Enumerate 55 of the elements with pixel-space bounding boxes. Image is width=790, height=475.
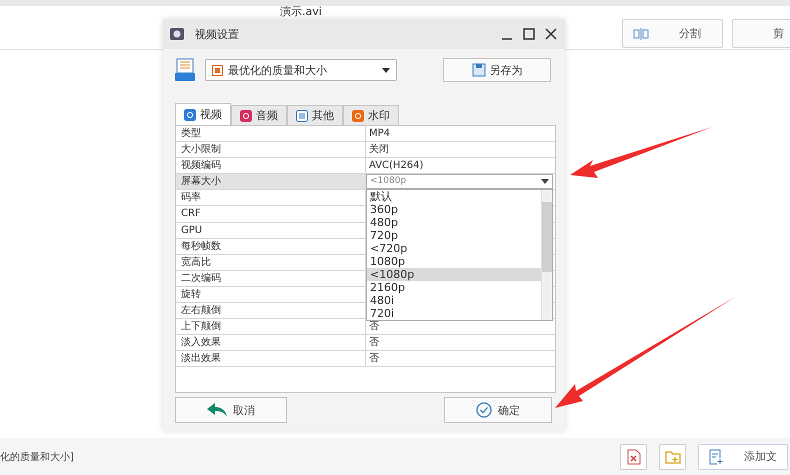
audio-tab-icon — [240, 110, 252, 122]
minimize-icon — [502, 38, 512, 40]
dropdown-option[interactable]: <720p — [367, 242, 541, 256]
property-value: 关闭 — [368, 142, 390, 158]
dropdown-option[interactable]: 480p — [367, 216, 541, 230]
close-button[interactable] — [543, 26, 559, 42]
ok-button[interactable]: 确定 — [444, 397, 552, 423]
property-value: 否 — [368, 336, 380, 350]
back-arrow-icon — [207, 403, 227, 417]
scrollbar[interactable] — [541, 190, 552, 320]
dropdown-option[interactable]: 720i — [367, 307, 541, 320]
status-text: 化的质量和大小] — [0, 450, 74, 464]
add-folder-icon — [664, 450, 680, 464]
settings-tab[interactable]: 其他 — [287, 105, 343, 125]
dropdown-option[interactable]: 2160p — [367, 281, 541, 294]
delete-button[interactable] — [620, 444, 647, 470]
caret-icon — [541, 179, 549, 184]
delete-file-icon — [626, 448, 640, 464]
add-file-button[interactable]: 添加文 — [698, 444, 788, 470]
dropdown-option[interactable]: <1080p — [367, 268, 541, 282]
save-as-button[interactable]: 另存为 — [443, 58, 551, 82]
property-value: 否 — [368, 352, 380, 366]
video-tab-icon — [184, 108, 196, 120]
dropdown-option[interactable]: 720p — [367, 229, 541, 242]
preset-icon — [212, 64, 223, 76]
settings-tab[interactable]: 视频 — [175, 103, 231, 125]
watermark-tab-icon — [352, 110, 364, 122]
dropdown-option[interactable]: 1080p — [367, 255, 541, 268]
cut-button[interactable]: 剪 — [732, 19, 790, 48]
settings-tab[interactable]: 水印 — [343, 105, 399, 125]
preset-list-icon — [175, 58, 195, 82]
check-circle-icon — [476, 402, 492, 418]
close-icon — [545, 28, 557, 40]
dialog-title: 视频设置 — [195, 26, 239, 42]
split-button[interactable]: 分割 — [622, 19, 723, 48]
settings-tab[interactable]: 音频 — [231, 105, 287, 125]
cancel-button[interactable]: 取消 — [175, 397, 287, 423]
maximize-icon — [523, 28, 535, 40]
split-icon — [633, 28, 649, 40]
add-file-icon — [709, 448, 723, 464]
file-title: 演示.avi — [280, 6, 322, 18]
caret-icon — [382, 68, 390, 72]
other-tab-icon — [296, 110, 308, 122]
property-value: 否 — [368, 320, 380, 334]
screen-size-combo[interactable]: <1080p — [366, 174, 553, 190]
maximize-button[interactable] — [521, 26, 537, 42]
save-icon — [472, 63, 486, 77]
dropdown-option[interactable]: 360p — [367, 203, 541, 216]
property-name: 屏幕大小 — [176, 174, 366, 190]
property-value: MP4 — [368, 127, 392, 141]
property-value: AVC(H264) — [368, 159, 424, 174]
preset-select[interactable]: 最优化的质量和大小 — [205, 59, 397, 81]
dropdown-option[interactable]: 480i — [367, 294, 541, 308]
dropdown-option[interactable]: 默认 — [367, 190, 541, 204]
app-icon — [169, 26, 185, 42]
